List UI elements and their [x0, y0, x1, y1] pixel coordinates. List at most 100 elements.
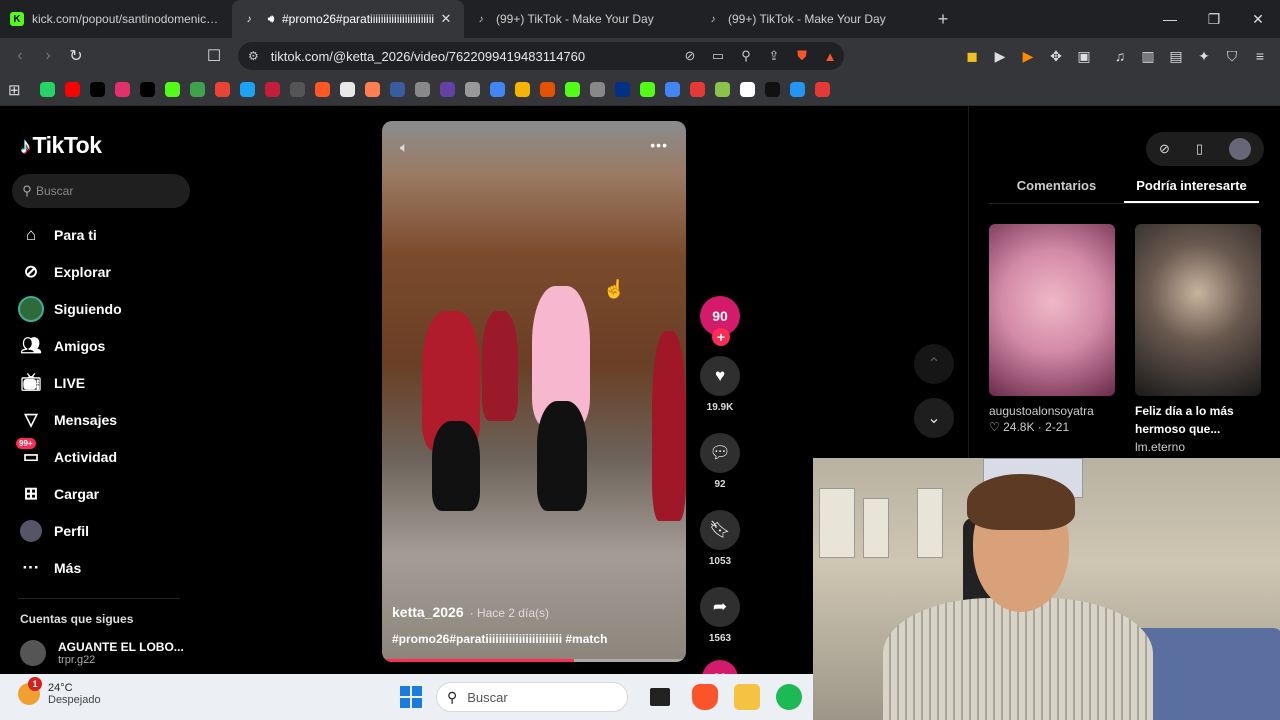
restore-icon[interactable]: ❐: [1192, 0, 1236, 38]
suggested-username[interactable]: lm.eterno: [1135, 440, 1265, 454]
site-settings-icon[interactable]: ⚙: [248, 49, 259, 63]
nav-live[interactable]: 📺︎ LIVE: [18, 364, 122, 401]
nav-para-ti[interactable]: ⌂ Para ti: [18, 216, 122, 253]
tab-podria-interesarte[interactable]: Podría interesarte: [1124, 168, 1259, 203]
address-bar[interactable]: ⚙ tiktok.com/@ketta_2026/video/762209941…: [238, 42, 844, 70]
suggested-username[interactable]: augustoalonsoyatra: [989, 404, 1119, 418]
bookmark-favicon-icon[interactable]: [814, 82, 830, 97]
reload-icon[interactable]: ↻: [62, 46, 90, 66]
author-username[interactable]: ketta_2026: [392, 604, 464, 620]
wallet-icon[interactable]: ▤: [1162, 48, 1190, 65]
bookmark-favicon-icon[interactable]: [239, 82, 255, 97]
suggested-video-info[interactable]: augustoalonsoyatra ♡ 24.8K · 2-21: [989, 404, 1119, 434]
apps-grid-icon[interactable]: ⊞: [8, 81, 21, 99]
nav-actividad[interactable]: ▭ 99+ Actividad: [16, 437, 122, 475]
suggested-video-thumbnail[interactable]: [1135, 224, 1261, 396]
comment-action[interactable]: 💬︎ 92: [698, 433, 742, 490]
tab-tiktok-home-2[interactable]: ♪ (99+) TikTok - Make Your Day: [696, 0, 928, 38]
menu-icon[interactable]: ≡: [1246, 48, 1274, 64]
new-tab-button[interactable]: +: [928, 9, 958, 30]
volume-icon[interactable]: 🔈︎: [400, 139, 408, 156]
bookmark-favicon-icon[interactable]: [139, 82, 155, 97]
minimize-icon[interactable]: —: [1148, 0, 1192, 38]
bookmark-favicon-icon[interactable]: [614, 82, 630, 97]
zoom-icon[interactable]: ⚲: [732, 48, 760, 64]
bookmark-favicon-icon[interactable]: [64, 82, 80, 97]
bookmark-favicon-icon[interactable]: [364, 82, 380, 97]
bookmark-favicon-icon[interactable]: [789, 82, 805, 97]
bookmark-favicon-icon[interactable]: [739, 82, 755, 97]
extensions-puzzle-icon[interactable]: ✥: [1042, 48, 1070, 65]
comment-icon[interactable]: 💬︎: [700, 433, 740, 473]
back-icon[interactable]: ‹: [6, 47, 34, 65]
nav-mensajes[interactable]: ▽ Mensajes: [18, 401, 122, 438]
tab-comentarios[interactable]: Comentarios: [989, 168, 1124, 203]
wallet-extension-icon[interactable]: ◼: [958, 48, 986, 65]
close-tab-icon[interactable]: ✕: [438, 11, 454, 27]
following-account[interactable]: AGUANTE EL LOBO... trpr.g22: [20, 640, 184, 666]
creator-avatar[interactable]: 90 +: [700, 296, 740, 346]
screenshot-icon[interactable]: ▣: [1070, 48, 1098, 65]
windows-start-icon[interactable]: [400, 686, 422, 708]
previous-video-icon[interactable]: ⌃: [914, 344, 954, 384]
bookmark-favicon-icon[interactable]: [114, 82, 130, 97]
forward-icon[interactable]: ›: [34, 47, 62, 65]
task-view-icon[interactable]: [650, 688, 670, 706]
leo-ai-icon[interactable]: ✦: [1190, 48, 1218, 65]
bookmark-action[interactable]: 🔖︎ 1053: [698, 510, 742, 567]
next-video-icon[interactable]: ⌄: [914, 398, 954, 438]
compass-icon[interactable]: ⊘: [1159, 141, 1170, 157]
bookmark-favicon-icon[interactable]: [189, 82, 205, 97]
spotify-icon[interactable]: [776, 684, 802, 710]
vpn-icon[interactable]: ⛉: [1218, 48, 1246, 65]
like-action[interactable]: ♥ 19.9K: [698, 356, 742, 413]
share-icon[interactable]: ➦: [700, 587, 740, 627]
brave-rewards-icon[interactable]: ▲: [816, 49, 844, 64]
bookmark-favicon-icon[interactable]: [264, 82, 280, 97]
bookmark-icon[interactable]: 🔖︎: [700, 510, 740, 550]
bookmark-favicon-icon[interactable]: [339, 82, 355, 97]
bookmark-favicon-icon[interactable]: [564, 82, 580, 97]
video-player[interactable]: 🔈︎ ••• ketta_2026 · Hace 2 día(s) #promo2…: [382, 121, 686, 662]
bookmark-favicon-icon[interactable]: [289, 82, 305, 97]
cast-icon[interactable]: ▭: [704, 48, 732, 64]
video-progress-bar[interactable]: [382, 659, 686, 662]
bookmark-favicon-icon[interactable]: [689, 82, 705, 97]
tiktok-logo[interactable]: ♪ TikTok: [20, 132, 102, 159]
nav-amigos[interactable]: 👥︎ Amigos: [18, 327, 122, 364]
weather-widget[interactable]: 1 24°C Despejado: [18, 677, 101, 706]
bookmark-favicon-icon[interactable]: [664, 82, 680, 97]
bookmark-favicon-icon[interactable]: [539, 82, 555, 97]
bookmark-favicon-icon[interactable]: [439, 82, 455, 97]
bookmark-favicon-icon[interactable]: [714, 82, 730, 97]
nav-siguiendo[interactable]: Siguiendo: [18, 290, 122, 327]
bookmark-favicon-icon[interactable]: [164, 82, 180, 97]
video-author[interactable]: ketta_2026 · Hace 2 día(s): [392, 604, 549, 620]
suggested-video-thumbnail[interactable]: [989, 224, 1115, 396]
bookmark-favicon-icon[interactable]: [314, 82, 330, 97]
share-action[interactable]: ➦ 1563: [698, 587, 742, 644]
media-icon[interactable]: ♫: [1106, 48, 1134, 64]
orange-play-extension-icon[interactable]: ▶: [1014, 48, 1042, 65]
search-input[interactable]: ⚲ Buscar: [12, 174, 190, 208]
bookmark-favicon-icon[interactable]: [39, 82, 55, 97]
bookmark-favicon-icon[interactable]: [639, 82, 655, 97]
brave-shield-icon[interactable]: ⛊: [788, 48, 816, 64]
bookmark-favicon-icon[interactable]: [489, 82, 505, 97]
file-explorer-icon[interactable]: [734, 684, 760, 710]
suggested-video-info[interactable]: Feliz día a lo más hermoso que... lm.ete…: [1135, 402, 1265, 454]
follow-plus-icon[interactable]: +: [712, 328, 730, 346]
url-text[interactable]: tiktok.com/@ketta_2026/video/76220994194…: [271, 49, 676, 64]
nav-perfil[interactable]: Perfil: [18, 512, 122, 549]
bookmark-favicon-icon[interactable]: [764, 82, 780, 97]
phone-icon[interactable]: ▯: [1196, 141, 1203, 157]
bookmark-favicon-icon[interactable]: [414, 82, 430, 97]
bookmark-favicon-icon[interactable]: [464, 82, 480, 97]
bookmark-favicon-icon[interactable]: [89, 82, 105, 97]
bookmark-favicon-icon[interactable]: [389, 82, 405, 97]
more-options-icon[interactable]: •••: [650, 137, 668, 153]
suggested-title[interactable]: Feliz día a lo más hermoso que...: [1135, 402, 1265, 438]
nav-cargar[interactable]: ⊞ Cargar: [18, 475, 122, 512]
heart-icon[interactable]: ♥: [700, 356, 740, 396]
bookmark-favicon-icon[interactable]: [214, 82, 230, 97]
